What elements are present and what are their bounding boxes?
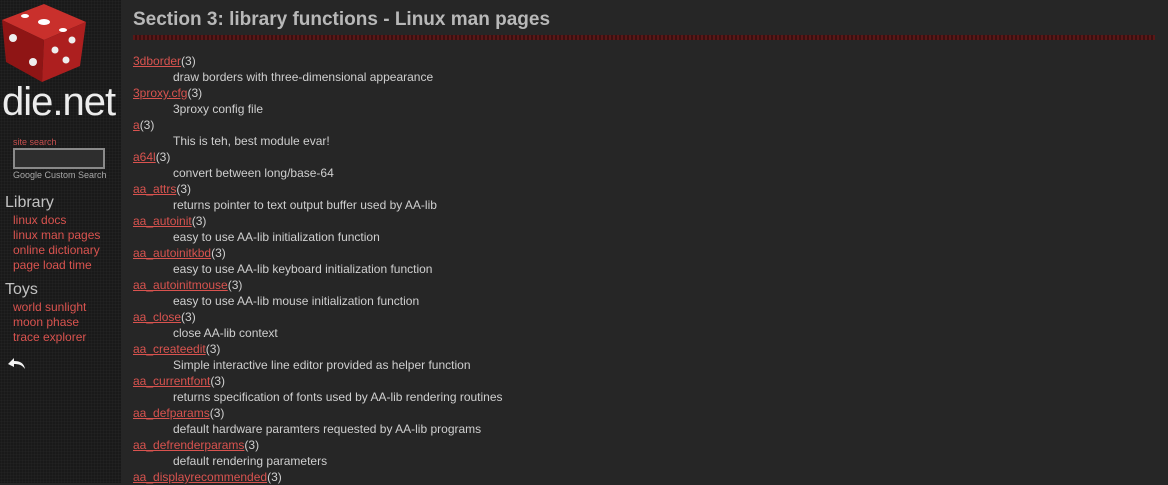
entry-name-line: aa_defparams(3) (133, 405, 1155, 421)
section-number: (3) (244, 438, 260, 452)
sidebar: die.net site search Google Custom Search… (0, 0, 121, 483)
entry-name-line: 3proxy.cfg(3) (133, 85, 1155, 101)
entry-name-line: aa_autoinitkbd(3) (133, 245, 1155, 261)
entry-name-line: aa_autoinitmouse(3) (133, 277, 1155, 293)
section-number: (3) (181, 310, 196, 324)
section-number: (3) (209, 406, 225, 420)
nav-link-trace-explorer[interactable]: trace explorer (13, 330, 86, 344)
entry-name-line: aa_autoinit(3) (133, 213, 1155, 229)
entry-description: draw borders with three-dimensional appe… (173, 70, 434, 84)
main-content: Section 3: library functions - Linux man… (133, 0, 1155, 485)
entry-name-line: aa_close(3) (133, 309, 1155, 325)
man-page-link[interactable]: a64l (133, 150, 156, 164)
entry-description: returns pointer to text output buffer us… (173, 198, 437, 212)
section-number: (3) (187, 86, 203, 100)
search-input[interactable] (13, 148, 105, 169)
list-item: aa_createedit(3) Simple interactive line … (133, 341, 1155, 373)
man-page-list: 3dborder(3) draw borders with three-dimen… (133, 53, 1155, 485)
entry-name-line: a64l(3) (133, 149, 1155, 165)
site-logo[interactable]: die.net (0, 0, 121, 124)
entry-name-line: aa_defrenderparams(3) (133, 437, 1155, 453)
list-item: 3proxy.cfg(3) 3proxy config file (133, 85, 1155, 117)
man-page-link[interactable]: aa_createedit (133, 342, 206, 356)
nav-link-world-sunlight[interactable]: world sunlight (13, 300, 86, 314)
section-number: (3) (211, 246, 226, 260)
page-title: Section 3: library functions - Linux man… (133, 9, 551, 30)
entry-description: This is teh, best module evar! (173, 134, 330, 148)
nav-link-linux-man-pages[interactable]: linux man pages (13, 228, 100, 242)
list-item: 3dborder(3) draw borders with three-dimen… (133, 53, 1155, 85)
nav-link-page-load-time[interactable]: page load time (13, 258, 92, 272)
section-number: (3) (181, 54, 196, 68)
entry-name-line: aa_currentfont(3) (133, 373, 1155, 389)
back-arrow-icon[interactable] (5, 353, 27, 371)
nav-heading-toys: Toys (5, 281, 38, 298)
logo-text: die.net (2, 80, 116, 124)
section-number: (3) (155, 150, 171, 164)
man-page-link[interactable]: aa_close (133, 310, 181, 324)
section-number: (3) (191, 214, 207, 228)
list-item: a(3) This is teh, best module evar! (133, 117, 1155, 149)
entry-description: easy to use AA-lib mouse initialization … (173, 294, 420, 308)
entry-description: easy to use AA-lib keyboard initializati… (173, 262, 433, 276)
list-item: aa_close(3) close AA-lib context (133, 309, 1155, 341)
man-page-link[interactable]: 3dborder (133, 54, 181, 68)
list-item: a64l(3) convert between long/base-64 (133, 149, 1155, 181)
man-page-link[interactable]: aa_autoinit (133, 214, 192, 228)
list-item: aa_defrenderparams(3) default rendering p… (133, 437, 1155, 469)
section-number: (3) (139, 118, 155, 132)
section-number: (3) (210, 374, 226, 388)
entry-description: returns specification of fonts used by A… (173, 390, 503, 404)
man-page-link[interactable]: aa_attrs (133, 182, 176, 196)
section-number: (3) (227, 278, 243, 292)
section-number: (3) (267, 470, 282, 484)
list-item: aa_autoinitmouse(3) easy to use AA-lib mo… (133, 277, 1155, 309)
entry-description: easy to use AA-lib initialization functi… (173, 230, 380, 244)
dice-icon (2, 4, 86, 82)
title-divider (133, 35, 1155, 40)
man-page-link[interactable]: aa_defparams (133, 406, 210, 420)
list-item: aa_autoinitkbd(3) easy to use AA-lib keyb… (133, 245, 1155, 277)
search-label: site search (13, 137, 57, 147)
list-item: aa_attrs(3) returns pointer to text outpu… (133, 181, 1155, 213)
man-page-link[interactable]: aa_displayrecommended (133, 470, 267, 484)
section-number: (3) (205, 342, 221, 356)
man-page-link[interactable]: aa_autoinitkbd (133, 246, 211, 260)
entry-description: close AA-lib context (173, 326, 278, 340)
entry-description: default hardware paramters requested by … (173, 422, 482, 436)
entry-description: convert between long/base-64 (173, 166, 334, 180)
nav-heading-library: Library (5, 194, 54, 211)
list-item: aa_defparams(3) default hardware paramter… (133, 405, 1155, 437)
entry-description: Simple interactive line editor provided … (173, 358, 471, 372)
section-number: (3) (176, 182, 192, 196)
entry-name-line: aa_createedit(3) (133, 341, 1155, 357)
man-page-link[interactable]: aa_autoinitmouse (133, 278, 228, 292)
man-page-link[interactable]: aa_currentfont (133, 374, 210, 388)
nav-link-linux-docs[interactable]: linux docs (13, 213, 66, 227)
list-item: aa_autoinit(3) easy to use AA-lib initial… (133, 213, 1155, 245)
entry-description: default rendering parameters (173, 454, 328, 468)
nav-link-moon-phase[interactable]: moon phase (13, 315, 79, 329)
man-page-link[interactable]: 3proxy.cfg (133, 86, 187, 100)
nav-link-online-dictionary[interactable]: online dictionary (13, 243, 100, 257)
list-item: aa_currentfont(3) returns specification o… (133, 373, 1155, 405)
man-page-link[interactable]: aa_defrenderparams (133, 438, 244, 452)
entry-name-line: aa_attrs(3) (133, 181, 1155, 197)
entry-name-line: a(3) (133, 117, 1155, 133)
search-powered-label: Google Custom Search (13, 170, 107, 180)
entry-name-line: 3dborder(3) (133, 53, 1155, 69)
entry-description: 3proxy config file (173, 102, 264, 116)
man-page-link[interactable]: a (133, 118, 140, 132)
